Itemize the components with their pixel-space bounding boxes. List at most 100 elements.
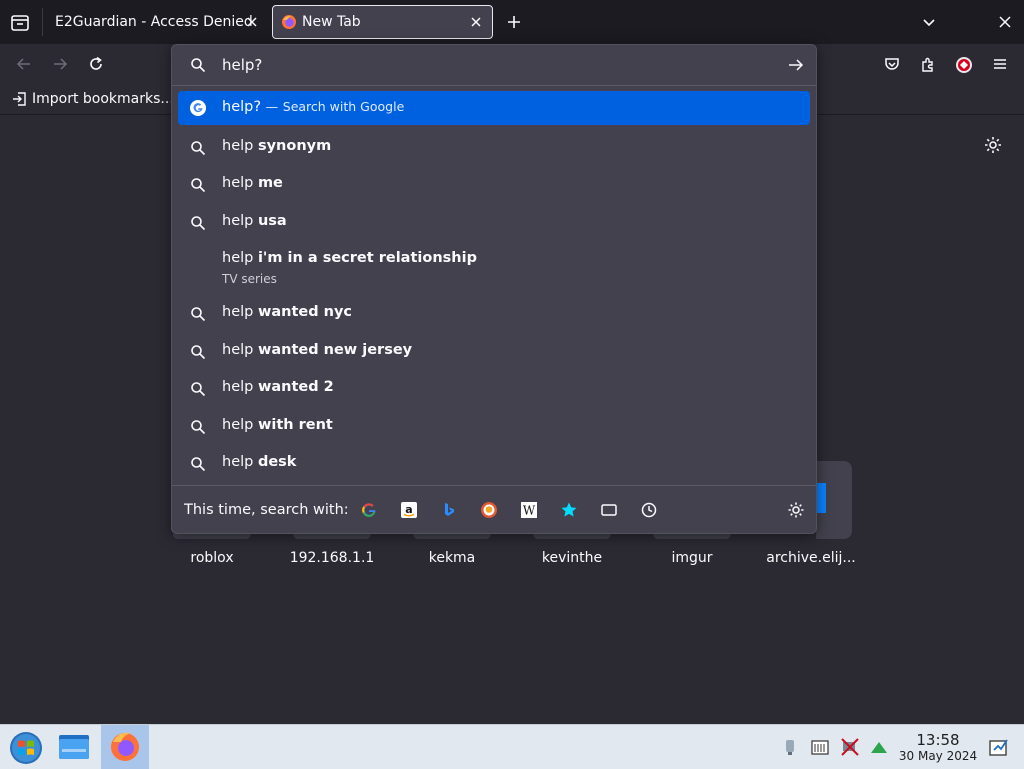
tab-title: New Tab xyxy=(302,14,361,30)
tray-clipboard-icon[interactable] xyxy=(810,737,830,757)
back-button[interactable] xyxy=(16,56,32,72)
search-settings-button[interactable] xyxy=(787,501,805,519)
result-text: help with rent xyxy=(222,416,333,433)
tab-close-button[interactable] xyxy=(468,14,484,30)
gear-icon xyxy=(788,502,804,518)
tab-separator xyxy=(42,8,43,36)
result-text: help me xyxy=(222,175,283,191)
tab-close-button[interactable] xyxy=(244,14,260,30)
result-text: help desk xyxy=(222,454,297,470)
shortcut-tile-archive[interactable] xyxy=(816,461,852,539)
window-close-button[interactable] xyxy=(997,14,1013,30)
firefox-view-button[interactable] xyxy=(9,12,31,34)
tab-title: E2Guardian - Access Denied xyxy=(55,14,253,30)
go-button[interactable] xyxy=(788,57,804,73)
tray-upload-arrow-icon[interactable] xyxy=(869,737,889,757)
result-row-rich[interactable]: help i'm in a secret relationship TV ser… xyxy=(178,241,810,295)
forward-button[interactable] xyxy=(52,56,68,72)
result-row[interactable]: help with rent xyxy=(178,408,810,446)
tab-strip: E2Guardian - Access Denied New Tab xyxy=(0,0,1024,44)
urlbar-popup: help? — Search with Google help synonym … xyxy=(171,44,817,534)
taskbar: 13:58 30 May 2024 xyxy=(0,724,1024,769)
arrow-left-icon xyxy=(16,58,30,70)
one-off-search-bar: This time, search with: a W xyxy=(172,486,816,533)
firefox-view-icon xyxy=(11,15,29,31)
tab-e2guardian[interactable]: E2Guardian - Access Denied xyxy=(45,5,269,39)
engine-label: This time, search with: xyxy=(184,502,349,518)
result-row[interactable]: help usa xyxy=(178,204,810,242)
hamburger-menu-icon xyxy=(994,59,1006,69)
shortcut-label[interactable]: kevinthe xyxy=(512,550,632,566)
urlbar-results: help? — Search with Google help synonym … xyxy=(178,91,810,483)
taskbar-firefox[interactable] xyxy=(101,725,149,769)
google-icon[interactable] xyxy=(360,501,378,519)
pocket-icon xyxy=(885,58,899,70)
shortcut-tile[interactable] xyxy=(533,534,611,539)
puzzle-icon xyxy=(922,57,933,72)
result-row[interactable]: help wanted nyc xyxy=(178,295,810,333)
close-icon xyxy=(247,17,257,27)
urlbar-input[interactable] xyxy=(222,53,762,77)
extension-shield-button[interactable] xyxy=(955,56,972,73)
search-icon xyxy=(190,419,206,435)
close-icon xyxy=(999,16,1011,28)
clock-date[interactable]: 30 May 2024 xyxy=(893,749,983,763)
pocket-button[interactable] xyxy=(884,56,900,72)
shortcut-tile[interactable] xyxy=(293,534,371,539)
amazon-icon[interactable]: a xyxy=(400,501,418,519)
result-row[interactable]: help me xyxy=(178,166,810,204)
shortcut-label[interactable]: 192.168.1.1 xyxy=(272,550,392,566)
result-subtitle: TV series xyxy=(222,272,277,286)
arrow-right-icon xyxy=(789,59,804,71)
shortcut-tile[interactable] xyxy=(413,534,491,539)
search-icon xyxy=(190,140,206,156)
duckduckgo-icon[interactable] xyxy=(480,501,498,519)
start-button[interactable] xyxy=(8,730,44,766)
result-row[interactable]: help wanted 2 xyxy=(178,370,810,408)
taskbar-file-explorer[interactable] xyxy=(50,725,98,769)
bing-icon[interactable] xyxy=(440,501,458,519)
list-all-tabs-button[interactable] xyxy=(921,14,937,30)
result-row-search-google[interactable]: help? — Search with Google xyxy=(178,91,810,125)
newtab-settings-button[interactable] xyxy=(984,136,1002,154)
chevron-down-icon xyxy=(923,19,935,27)
clock-time[interactable]: 13:58 xyxy=(900,731,976,749)
archive-logo-icon xyxy=(816,483,826,513)
shortcut-tile[interactable] xyxy=(173,534,251,539)
result-row[interactable]: help desk xyxy=(178,445,810,483)
bookmarks-star-icon[interactable] xyxy=(560,501,578,519)
tab-new-tab[interactable]: New Tab xyxy=(272,5,493,39)
shortcut-label[interactable]: imgur xyxy=(632,550,752,566)
search-icon xyxy=(190,306,206,322)
folder-icon xyxy=(59,735,89,759)
new-tab-button[interactable] xyxy=(506,14,522,30)
result-text: help usa xyxy=(222,212,287,229)
reload-button[interactable] xyxy=(88,56,104,72)
search-icon xyxy=(190,57,206,73)
tray-notifications-icon[interactable] xyxy=(988,737,1008,757)
import-bookmarks-button[interactable]: Import bookmarks... xyxy=(12,90,174,108)
result-row[interactable]: help synonym xyxy=(178,129,810,167)
tabs-icon[interactable] xyxy=(600,501,618,519)
result-row[interactable]: help wanted new jersey xyxy=(178,333,810,371)
reload-icon xyxy=(90,56,102,70)
history-clock-icon[interactable] xyxy=(640,501,658,519)
shortcut-label[interactable]: roblox xyxy=(152,550,272,566)
plus-icon xyxy=(508,16,520,28)
extensions-button[interactable] xyxy=(920,56,936,72)
app-menu-button[interactable] xyxy=(992,56,1008,72)
tray-network-disconnected-icon[interactable] xyxy=(840,737,860,757)
result-text: help synonym xyxy=(222,137,332,154)
firefox-icon xyxy=(281,14,297,30)
tray-usb-icon[interactable] xyxy=(780,737,800,757)
search-icon xyxy=(190,215,206,231)
shortcut-label[interactable]: archive.elij... xyxy=(751,550,871,566)
search-icon xyxy=(190,177,206,193)
shortcut-tile[interactable] xyxy=(653,534,731,539)
shortcut-label[interactable]: kekma xyxy=(392,550,512,566)
wikipedia-icon[interactable]: W xyxy=(520,501,538,519)
urlbar-input-row xyxy=(172,45,816,85)
result-text: help wanted nyc xyxy=(222,304,353,320)
close-icon xyxy=(471,17,481,27)
import-icon xyxy=(13,92,26,106)
